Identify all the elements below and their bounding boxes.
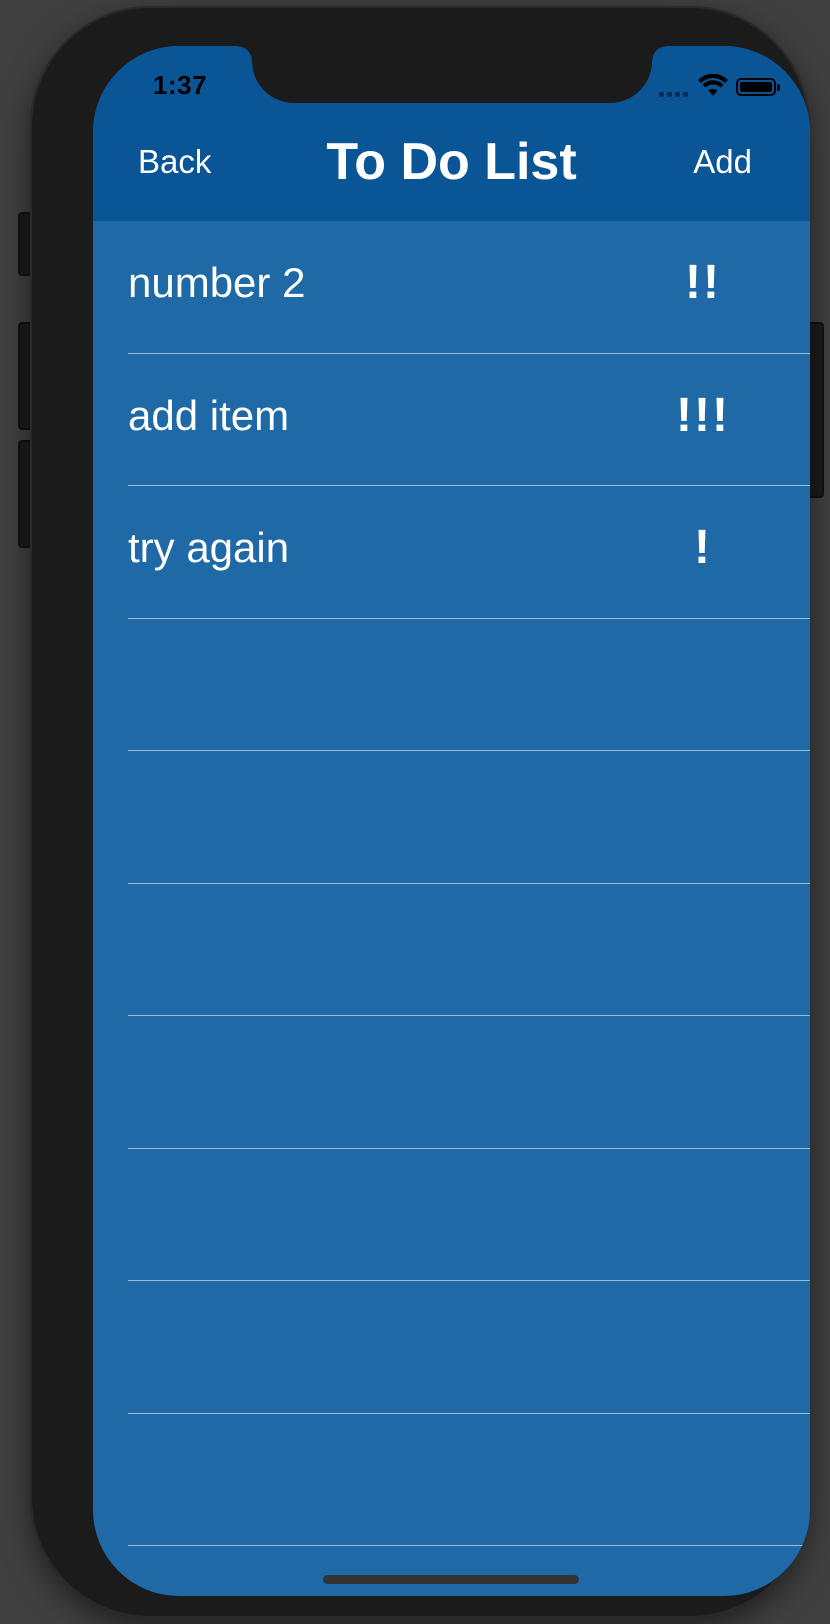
empty-row [93, 1281, 810, 1414]
status-time: 1:37 [153, 70, 208, 100]
item-title: try again [128, 524, 290, 571]
empty-row [93, 1016, 810, 1149]
empty-row [93, 1149, 810, 1282]
device-frame: 1:37 Back To Do List Add number 2 !! add… [30, 6, 810, 1618]
home-indicator[interactable] [323, 1575, 579, 1584]
battery-icon [736, 78, 780, 96]
item-title: add item [128, 391, 290, 439]
item-priority: !! [685, 256, 721, 309]
list-item[interactable]: add item !!! [93, 354, 810, 487]
empty-row [93, 619, 810, 752]
notch [238, 46, 666, 103]
empty-row [93, 884, 810, 1017]
power-button [808, 322, 824, 498]
item-priority: !!! [676, 388, 730, 442]
add-button[interactable]: Add [693, 143, 752, 181]
screen: 1:37 Back To Do List Add number 2 !! add… [93, 46, 810, 1596]
empty-row [93, 751, 810, 884]
list-item[interactable]: try again ! [93, 486, 810, 619]
item-priority: ! [694, 521, 712, 574]
back-button[interactable]: Back [138, 143, 211, 181]
empty-row [93, 1414, 810, 1547]
list-item[interactable]: number 2 !! [93, 221, 810, 354]
wifi-icon [698, 74, 728, 96]
item-title: number 2 [128, 259, 306, 306]
cellular-signal-icon [659, 92, 688, 97]
todo-list: number 2 !! add item !!! try again ! [93, 221, 810, 1546]
